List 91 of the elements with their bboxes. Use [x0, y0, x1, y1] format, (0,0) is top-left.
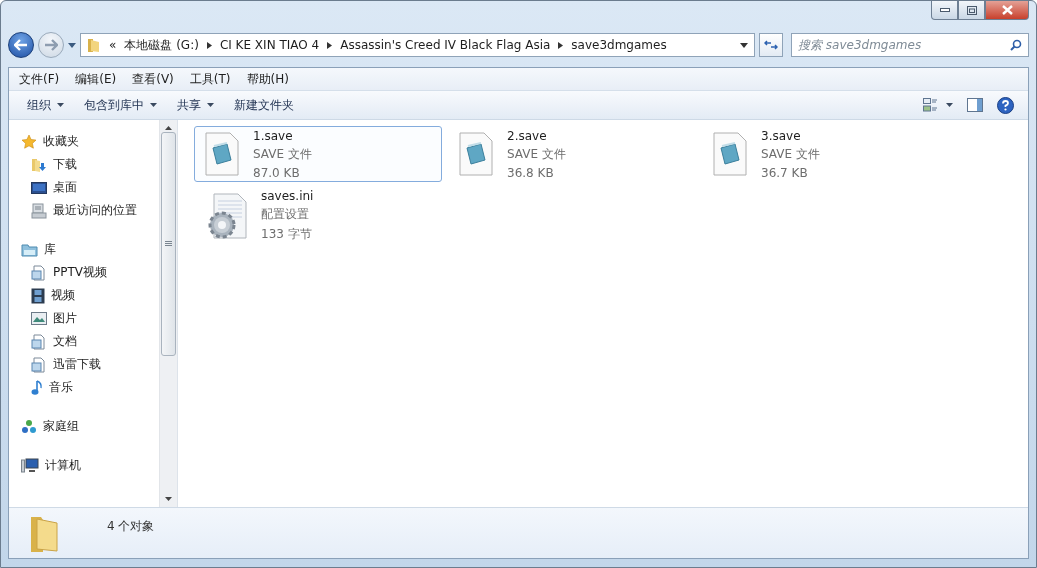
sidebar-item[interactable]: 视频 [21, 284, 159, 307]
desktop-icon [31, 180, 47, 195]
file-tile[interactable]: saves.ini 配置设置 133 字节 [194, 188, 442, 244]
menu-item[interactable]: 编辑(E) [69, 70, 123, 88]
toolbar-button[interactable]: 新建文件夹 [224, 93, 304, 117]
breadcrumb[interactable]: Assassin's Creed IV Black Flag Asia [340, 38, 551, 52]
breadcrumb[interactable]: save3dmgames [571, 38, 667, 52]
breadcrumb-arrow-icon[interactable] [327, 41, 333, 49]
star-icon [21, 133, 37, 150]
minimize-button[interactable] [931, 1, 958, 20]
dropdown-caret-icon [57, 103, 64, 107]
dropdown-caret-icon[interactable] [740, 42, 748, 48]
forward-arrow-icon [44, 39, 58, 51]
file-size: 87.0 KB [253, 165, 301, 180]
file-type: SAVE 文件 [507, 145, 566, 163]
maximize-icon [966, 5, 977, 15]
file-type: SAVE 文件 [761, 145, 820, 163]
back-button[interactable] [8, 32, 34, 58]
search-field[interactable]: 搜索 save3dmgames [791, 33, 1029, 57]
music-note-icon [31, 379, 43, 396]
document-icon [31, 264, 47, 281]
close-button[interactable] [985, 1, 1029, 20]
address-bar[interactable]: « 本地磁盘 (G:) CI KE XIN TIAO 4 Assassin's Creed IV Black Flag Asia save3dmgames [80, 33, 755, 57]
file-size: 36.8 KB [507, 165, 555, 180]
scroll-down-icon[interactable] [165, 497, 172, 501]
document-icon [31, 333, 47, 350]
picture-icon [31, 312, 47, 325]
file-name: 3.save [761, 128, 802, 143]
sidebar-item[interactable]: 收藏夹 [21, 130, 159, 153]
homegroup-icon [21, 418, 37, 435]
file-size: 36.7 KB [761, 165, 809, 180]
folder-icon [87, 37, 101, 53]
breadcrumb[interactable]: CI KE XIN TIAO 4 [219, 38, 320, 52]
notepad-file-icon [713, 132, 747, 176]
menu-item[interactable]: 帮助(H) [240, 70, 295, 88]
document-icon [31, 356, 47, 373]
file-type: 配置设置 [261, 206, 310, 223]
minimize-icon [939, 8, 950, 12]
sidebar-item[interactable]: 家庭组 [21, 415, 159, 438]
item-count: 4 个对象 [107, 517, 155, 535]
file-tile[interactable]: 3.save SAVE 文件 36.7 KB [702, 126, 950, 182]
sidebar-item[interactable]: 计算机 [21, 454, 159, 477]
breadcrumb-arrow-icon[interactable] [558, 41, 564, 49]
notepad-file-icon [205, 132, 239, 176]
search-icon [1010, 39, 1022, 51]
overflow-chevron[interactable]: « [109, 38, 117, 52]
file-size: 133 字节 [261, 226, 313, 243]
preview-pane-icon[interactable] [967, 98, 983, 112]
sidebar-item[interactable]: PPTV视频 [21, 261, 159, 284]
view-options-icon[interactable] [923, 98, 953, 112]
close-icon [1001, 5, 1013, 15]
download-folder-icon [31, 156, 47, 173]
sidebar-item[interactable]: 迅雷下载 [21, 353, 159, 376]
file-name: 1.save [253, 128, 294, 143]
menu-item[interactable]: 文件(F) [13, 70, 66, 88]
breadcrumb-arrow-icon[interactable] [206, 41, 212, 49]
toolbar-button[interactable]: 组织 [17, 93, 74, 117]
file-tile[interactable]: 1.save SAVE 文件 87.0 KB [194, 126, 442, 182]
sidebar-item[interactable]: 音乐 [21, 376, 159, 399]
breadcrumb[interactable]: 本地磁盘 (G:) [124, 36, 199, 54]
file-tile[interactable]: 2.save SAVE 文件 36.8 KB [448, 126, 696, 182]
sidebar-item[interactable]: 桌面 [21, 176, 159, 199]
file-type: SAVE 文件 [253, 145, 312, 163]
sidebar-item[interactable]: 图片 [21, 307, 159, 330]
maximize-button[interactable] [958, 1, 985, 20]
film-icon [31, 287, 45, 304]
sidebar-item[interactable]: 库 [21, 238, 159, 261]
dropdown-caret-icon [207, 103, 214, 107]
computer-icon [21, 457, 39, 474]
recent-places-icon [31, 202, 47, 219]
toolbar-button[interactable]: 共享 [167, 93, 224, 117]
file-name: saves.ini [261, 189, 314, 203]
back-arrow-icon [14, 39, 28, 51]
library-folder-icon [21, 242, 38, 257]
refresh-arrows-icon [764, 39, 778, 51]
toolbar-button[interactable]: 包含到库中 [74, 93, 167, 117]
history-caret-icon[interactable] [68, 42, 76, 48]
scrollbar[interactable] [159, 120, 177, 507]
sidebar-item[interactable]: 下载 [21, 153, 159, 176]
dropdown-caret-icon [150, 103, 157, 107]
scroll-up-icon[interactable] [165, 126, 172, 130]
help-icon[interactable] [997, 96, 1014, 114]
grip-icon [165, 241, 172, 247]
refresh-button[interactable] [759, 33, 783, 57]
menu-item[interactable]: 查看(V) [126, 70, 180, 88]
sidebar-item[interactable]: 文档 [21, 330, 159, 353]
sidebar-item[interactable]: 最近访问的位置 [21, 199, 159, 222]
menu-item[interactable]: 工具(T) [183, 70, 237, 88]
scroll-thumb[interactable] [161, 132, 176, 356]
notepad-file-icon [459, 132, 493, 176]
file-name: 2.save [507, 128, 548, 143]
